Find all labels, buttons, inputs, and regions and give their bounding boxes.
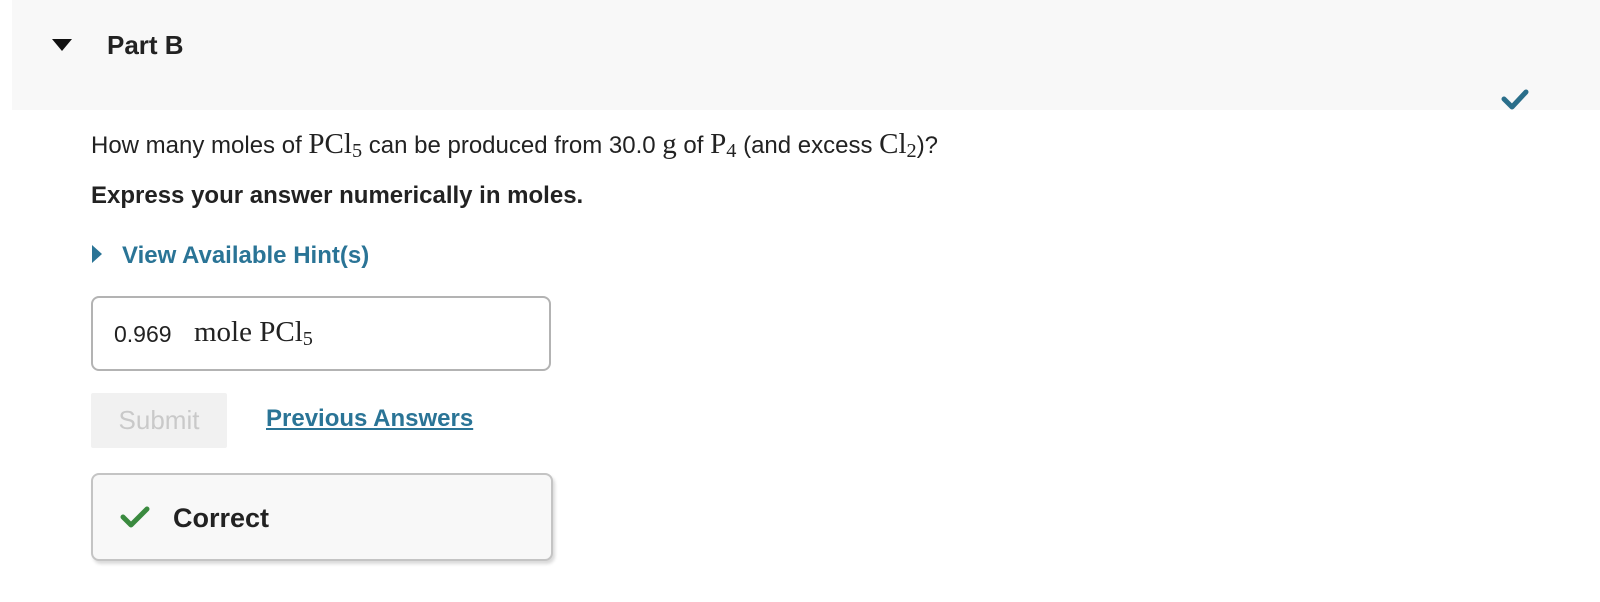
question-text: How many moles of PCl5 can be produced f… [91, 128, 939, 163]
caret-right-icon[interactable] [91, 244, 103, 264]
part-title: Part B [107, 30, 184, 60]
answer-value[interactable]: 0.969 [114, 321, 172, 348]
part-header[interactable]: Part B [12, 0, 1600, 110]
reactant-formula: P4 [710, 128, 737, 163]
checkmark-icon [120, 506, 150, 528]
feedback-label: Correct [173, 503, 270, 533]
compound-formula: PCl5 [308, 128, 363, 163]
caret-down-icon[interactable] [50, 38, 74, 52]
answer-unit: mole PCl5 [194, 316, 313, 351]
answer-field[interactable]: 0.969 mole PCl5 [91, 296, 551, 371]
previous-answers-link[interactable]: Previous Answers [266, 405, 473, 433]
submit-button[interactable]: Submit [91, 393, 227, 448]
feedback-box: Correct [91, 473, 553, 561]
excess-formula: Cl2 [879, 128, 917, 163]
checkmark-icon [1501, 89, 1529, 110]
answer-instruction: Express your answer numerically in moles… [91, 182, 584, 209]
view-hints-link[interactable]: View Available Hint(s) [122, 242, 369, 270]
